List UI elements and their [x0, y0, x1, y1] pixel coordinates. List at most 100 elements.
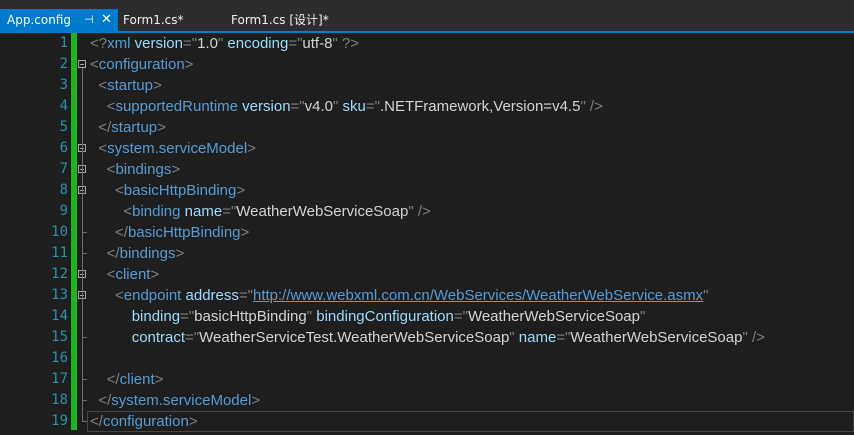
code-line[interactable]: binding="basicHttpBinding" bindingConfig… [90, 306, 646, 327]
tab-label: App.config [7, 13, 71, 27]
code-token: > [157, 119, 166, 136]
code-line[interactable]: </configuration> [90, 411, 198, 432]
tab-app-config[interactable]: App.config ⊣ ✕ [0, 9, 118, 31]
code-line[interactable]: <client> [90, 264, 160, 285]
code-token: contract [131, 329, 186, 346]
code-token: " [640, 308, 646, 325]
code-token: > [171, 161, 181, 178]
code-token: .NETFramework,Version=v4.5 [379, 98, 581, 115]
code-token: startup [111, 119, 158, 136]
code-token: < [123, 203, 133, 220]
code-token: binding [131, 308, 181, 325]
close-icon[interactable]: ✕ [101, 9, 112, 31]
code-token: xml [107, 35, 131, 52]
line-number: 10 [51, 224, 68, 240]
line-number: 9 [59, 203, 68, 219]
code-token: =" [556, 329, 571, 346]
code-token: client [119, 371, 155, 388]
code-token: </ [115, 224, 128, 241]
code-token: sku [338, 98, 366, 115]
code-token: =" [180, 308, 195, 325]
code-token: " /> [408, 203, 431, 220]
code-token: =" [288, 35, 303, 52]
line-number: 2 [59, 56, 68, 72]
code-token[interactable]: http://www.webxml.com.cn/WebServices/Wea… [253, 287, 703, 304]
code-token: WeatherServiceTest.WeatherWebServiceSoap [199, 329, 510, 346]
code-line[interactable]: <configuration> [90, 54, 193, 75]
code-token: =" [185, 329, 200, 346]
code-token: =" [222, 203, 237, 220]
code-token: basicHttpBinding [123, 182, 237, 199]
change-tracking-bar [71, 33, 77, 430]
code-token: <? [90, 35, 108, 52]
line-number: 5 [59, 119, 68, 135]
line-number: 7 [59, 161, 68, 177]
document-tab-bar: App.config ⊣ ✕ Form1.cs* Form1.cs [设计]* [0, 0, 854, 32]
code-token: WeatherWebServiceSoap [236, 203, 409, 220]
code-token: </ [98, 392, 112, 409]
code-line[interactable]: <basicHttpBinding> [90, 180, 245, 201]
code-token: </ [106, 245, 120, 262]
code-line[interactable]: <endpoint address="http://www.webxml.com… [90, 285, 708, 306]
code-token: < [115, 287, 124, 304]
outline-guide [82, 299, 83, 337]
code-token: < [115, 182, 124, 199]
code-token: address [181, 287, 239, 304]
tab-form1-designer[interactable]: Form1.cs [设计]* [231, 9, 329, 31]
outline-guide-end [82, 379, 87, 380]
line-number: 15 [51, 329, 68, 345]
code-token: > [154, 371, 164, 388]
code-token: WeatherWebServiceSoap [570, 329, 743, 346]
code-line[interactable]: <?xml version="1.0" encoding="utf-8" ?> [90, 33, 359, 54]
code-line[interactable]: </bindings> [90, 243, 185, 264]
tab-form1-cs[interactable]: Form1.cs* [123, 9, 184, 31]
code-token: > [175, 245, 185, 262]
code-token: " /> [580, 98, 603, 115]
collapse-icon[interactable] [78, 60, 86, 68]
outline-guide [82, 194, 83, 232]
code-line[interactable]: </client> [90, 369, 164, 390]
code-token: =" [238, 287, 253, 304]
line-number: 16 [51, 350, 68, 366]
current-line-highlight [87, 411, 854, 432]
line-number: 11 [51, 245, 68, 261]
line-number: 13 [51, 287, 68, 303]
code-line[interactable]: <binding name="WeatherWebServiceSoap" /> [90, 201, 431, 222]
tab-label: Form1.cs [设计]* [231, 13, 329, 27]
code-line[interactable]: <supportedRuntime version="v4.0" sku=".N… [90, 96, 603, 117]
code-token: =" [290, 98, 305, 115]
code-line[interactable]: contract="WeatherServiceTest.WeatherWebS… [90, 327, 765, 348]
code-token: system.serviceModel [107, 140, 248, 157]
code-line[interactable]: </system.serviceModel> [90, 390, 260, 411]
pin-icon[interactable]: ⊣ [84, 9, 94, 31]
code-token: " /> [742, 329, 765, 346]
code-line[interactable]: </startup> [90, 117, 166, 138]
code-line[interactable]: <startup> [90, 75, 161, 96]
code-token: > [150, 266, 160, 283]
code-line[interactable]: <bindings> [90, 159, 180, 180]
code-token: > [236, 182, 246, 199]
code-token: < [98, 77, 108, 94]
code-token: supportedRuntime [115, 98, 239, 115]
code-token: endpoint [123, 287, 182, 304]
line-number: 12 [51, 266, 68, 282]
code-line[interactable]: <system.serviceModel> [90, 138, 256, 159]
code-token: system.serviceModel [111, 392, 252, 409]
code-token: < [98, 140, 108, 157]
code-token: name [180, 203, 223, 220]
code-token: configuration [102, 413, 189, 430]
code-token: basicHttpBinding [127, 224, 241, 241]
code-token: bindingConfiguration [312, 308, 454, 325]
code-token: encoding [223, 35, 289, 52]
code-line[interactable]: </basicHttpBinding> [90, 222, 249, 243]
line-number: 4 [59, 98, 68, 114]
